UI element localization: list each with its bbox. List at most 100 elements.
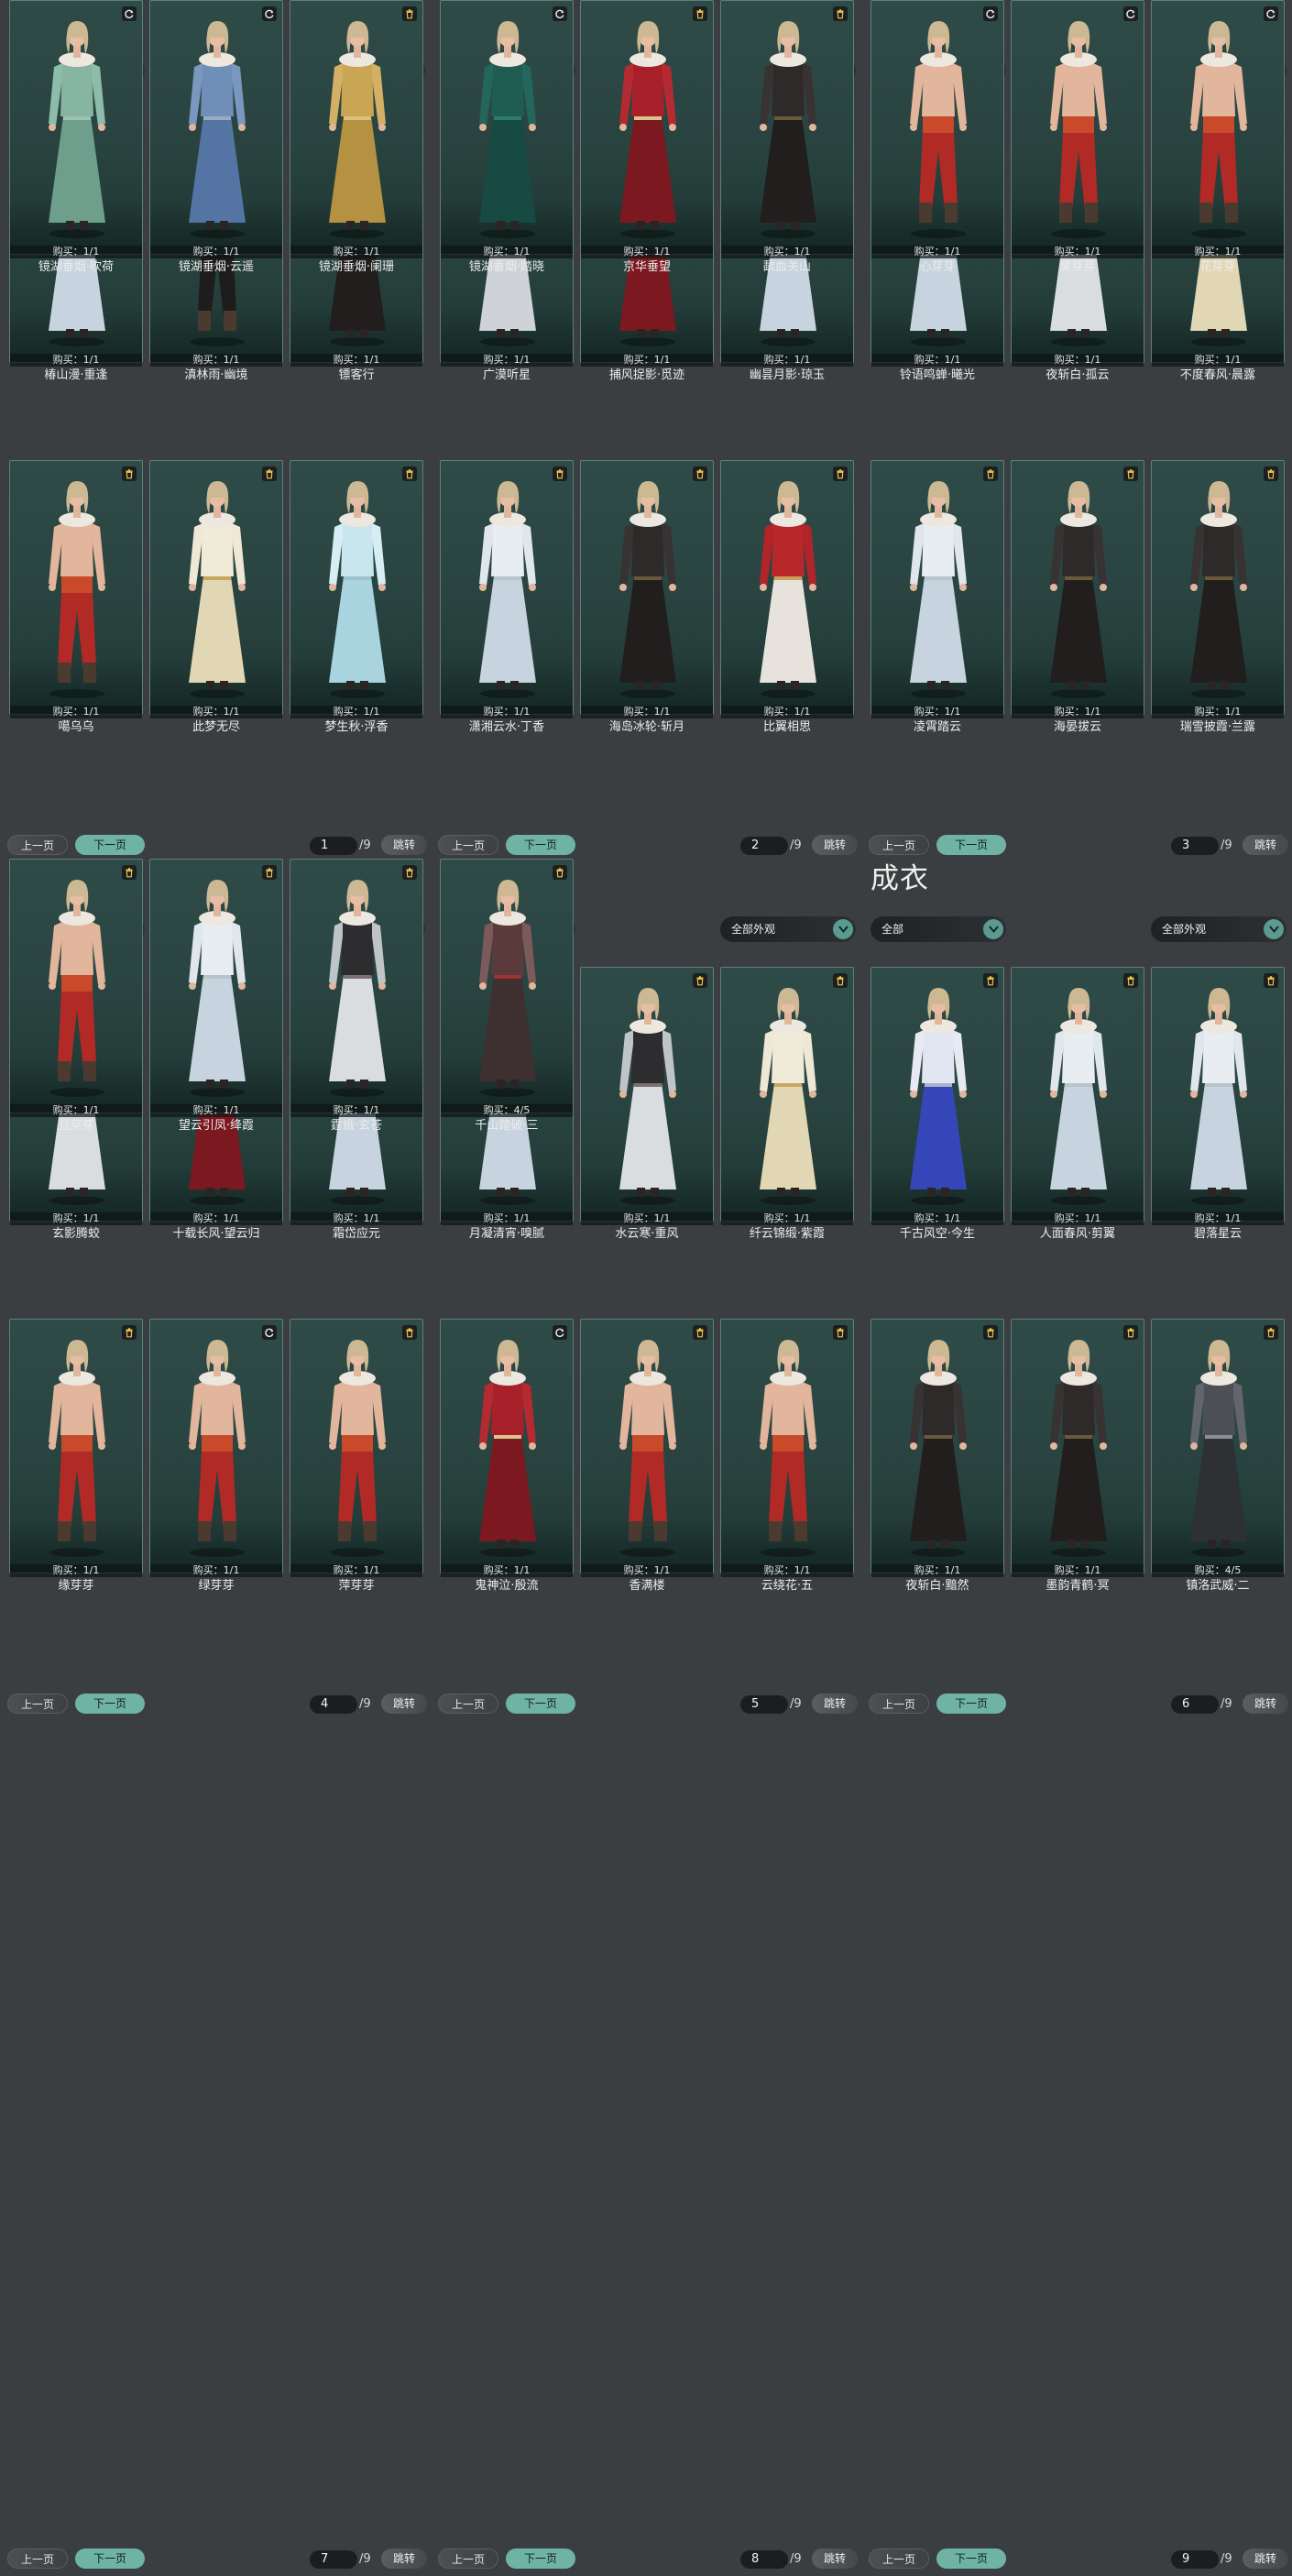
jump-button[interactable]: 跳转 — [381, 1694, 427, 1714]
outfit-card[interactable]: 购买：1/1 梦生秋·浮香 — [290, 460, 423, 735]
trash-icon[interactable] — [983, 973, 998, 988]
next-page-button[interactable]: 下一页 — [75, 2549, 145, 2569]
trash-icon[interactable] — [693, 6, 707, 21]
outfit-card[interactable]: 购买：1/1 水云寒·重风 — [580, 967, 714, 1242]
appearance-dropdown[interactable]: 全部外观 — [1151, 916, 1287, 942]
trash-icon[interactable] — [833, 466, 848, 481]
trash-icon[interactable] — [1264, 466, 1278, 481]
prev-page-button[interactable]: 上一页 — [7, 1694, 68, 1714]
jump-button[interactable]: 跳转 — [381, 835, 427, 855]
prev-page-button[interactable]: 上一页 — [438, 1694, 498, 1714]
trash-icon[interactable] — [1123, 466, 1138, 481]
outfit-card[interactable]: 购买：1/1 歃血关山 — [720, 0, 854, 275]
jump-button[interactable]: 跳转 — [812, 2549, 858, 2569]
jump-button[interactable]: 跳转 — [1243, 1694, 1288, 1714]
next-page-button[interactable]: 下一页 — [506, 1694, 575, 1714]
trash-icon[interactable] — [402, 865, 417, 880]
outfit-card[interactable]: 购买：1/1 鬼神泣·殷流 — [440, 1319, 574, 1594]
trash-icon[interactable] — [983, 1325, 998, 1340]
prev-page-button[interactable]: 上一页 — [869, 2549, 929, 2569]
refresh-icon[interactable] — [262, 1325, 277, 1340]
page-number-input[interactable]: 6 — [1171, 1695, 1219, 1714]
prev-page-button[interactable]: 上一页 — [438, 2549, 498, 2569]
outfit-card[interactable]: 购买：1/1 缘芽芽 — [9, 1319, 143, 1594]
jump-button[interactable]: 跳转 — [381, 2549, 427, 2569]
outfit-card[interactable]: 购买：4/5 镇洛武威·二 — [1151, 1319, 1285, 1594]
trash-icon[interactable] — [402, 466, 417, 481]
refresh-icon[interactable] — [553, 6, 567, 21]
trash-icon[interactable] — [1123, 973, 1138, 988]
trash-icon[interactable] — [122, 1325, 137, 1340]
refresh-icon[interactable] — [553, 1325, 567, 1340]
outfit-card[interactable]: 购买：1/1 墨韵青鹤·冥 — [1011, 1319, 1144, 1594]
trash-icon[interactable] — [1264, 1325, 1278, 1340]
page-number-input[interactable]: 3 — [1171, 837, 1219, 855]
next-page-button[interactable]: 下一页 — [936, 1694, 1006, 1714]
outfit-card[interactable]: 购买：1/1 噶乌乌 — [9, 460, 143, 735]
refresh-icon[interactable] — [262, 6, 277, 21]
jump-button[interactable]: 跳转 — [1243, 835, 1288, 855]
outfit-card[interactable]: 购买：1/1 千古风空·今生 — [870, 967, 1004, 1242]
jump-button[interactable]: 跳转 — [812, 835, 858, 855]
outfit-card[interactable]: 购买：1/1 海岛冰轮·斩月 — [580, 460, 714, 735]
outfit-card[interactable]: 购买：1/1 萍芽芽 — [290, 1319, 423, 1594]
refresh-icon[interactable] — [122, 6, 137, 21]
outfit-card[interactable]: 购买：1/1 夜斩白·黯然 — [870, 1319, 1004, 1594]
outfit-card[interactable]: 购买：1/1 望云引凤·绛霞 — [149, 859, 283, 1134]
prev-page-button[interactable]: 上一页 — [7, 2549, 68, 2569]
next-page-button[interactable]: 下一页 — [506, 2549, 575, 2569]
page-number-input[interactable]: 5 — [740, 1695, 788, 1714]
trash-icon[interactable] — [262, 466, 277, 481]
outfit-card[interactable]: 购买：1/1 镜湖垂烟·云遥 — [149, 0, 283, 275]
jump-button[interactable]: 跳转 — [812, 1694, 858, 1714]
next-page-button[interactable]: 下一页 — [936, 835, 1006, 855]
prev-page-button[interactable]: 上一页 — [869, 1694, 929, 1714]
trash-icon[interactable] — [122, 466, 137, 481]
outfit-card[interactable]: 购买：1/1 镜湖垂烟·踏晓 — [440, 0, 574, 275]
trash-icon[interactable] — [693, 1325, 707, 1340]
outfit-card[interactable]: 购买：1/1 花芽芽 — [1151, 0, 1285, 275]
prev-page-button[interactable]: 上一页 — [438, 835, 498, 855]
page-number-input[interactable]: 4 — [310, 1695, 357, 1714]
outfit-card[interactable]: 购买：1/1 云绕花·五 — [720, 1319, 854, 1594]
next-page-button[interactable]: 下一页 — [75, 835, 145, 855]
trash-icon[interactable] — [833, 6, 848, 21]
outfit-card[interactable]: 购买：1/1 绿芽芽 — [149, 1319, 283, 1594]
outfit-card[interactable]: 购买：1/1 碧落星云 — [1151, 967, 1285, 1242]
trash-icon[interactable] — [983, 466, 998, 481]
trash-icon[interactable] — [693, 466, 707, 481]
page-number-input[interactable]: 8 — [740, 2550, 788, 2569]
trash-icon[interactable] — [402, 6, 417, 21]
outfit-card[interactable]: 购买：1/1 纤云锦缎·紫霞 — [720, 967, 854, 1242]
outfit-card[interactable]: 购买：1/1 凌霄踏云 — [870, 460, 1004, 735]
refresh-icon[interactable] — [1264, 6, 1278, 21]
trash-icon[interactable] — [833, 973, 848, 988]
outfit-card[interactable]: 购买：1/1 香满楼 — [580, 1319, 714, 1594]
outfit-card[interactable]: 购买：1/1 果芽芽 — [1011, 0, 1144, 275]
next-page-button[interactable]: 下一页 — [506, 835, 575, 855]
outfit-card[interactable]: 购买：1/1 豆芽芽 — [9, 859, 143, 1134]
appearance-dropdown[interactable]: 全部外观 — [720, 916, 856, 942]
outfit-card[interactable]: 购买：4/5 千山踏破·三 — [440, 859, 574, 1134]
page-number-input[interactable]: 2 — [740, 837, 788, 855]
outfit-card[interactable]: 购买：1/1 镜湖垂烟·吹荷 — [9, 0, 143, 275]
outfit-card[interactable]: 购买：1/1 霆蛾·玄苍 — [290, 859, 423, 1134]
outfit-card[interactable]: 购买：1/1 比翼相思 — [720, 460, 854, 735]
next-page-button[interactable]: 下一页 — [75, 1694, 145, 1714]
refresh-icon[interactable] — [1123, 6, 1138, 21]
trash-icon[interactable] — [553, 865, 567, 880]
trash-icon[interactable] — [693, 973, 707, 988]
prev-page-button[interactable]: 上一页 — [869, 835, 929, 855]
trash-icon[interactable] — [553, 466, 567, 481]
trash-icon[interactable] — [262, 865, 277, 880]
outfit-card[interactable]: 购买：1/1 瑞雪披霞·兰露 — [1151, 460, 1285, 735]
prev-page-button[interactable]: 上一页 — [7, 835, 68, 855]
category-dropdown[interactable]: 全部 — [870, 916, 1006, 942]
outfit-card[interactable]: 购买：1/1 京华垂望 — [580, 0, 714, 275]
trash-icon[interactable] — [122, 865, 137, 880]
page-number-input[interactable]: 7 — [310, 2550, 357, 2569]
outfit-card[interactable]: 购买：1/1 人面春风·剪翼 — [1011, 967, 1144, 1242]
refresh-icon[interactable] — [983, 6, 998, 21]
trash-icon[interactable] — [1123, 1325, 1138, 1340]
trash-icon[interactable] — [1264, 973, 1278, 988]
